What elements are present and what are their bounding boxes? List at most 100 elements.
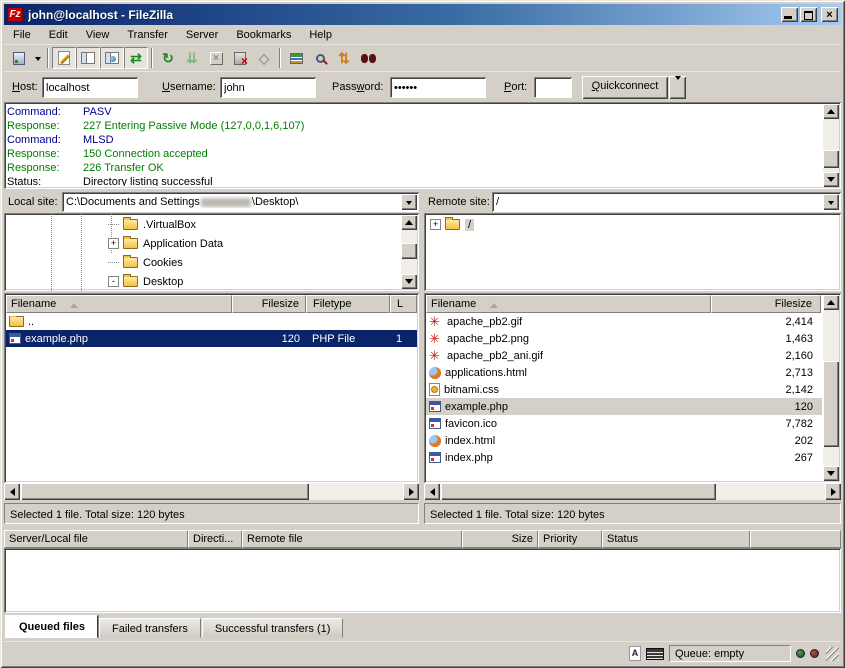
site-manager-dropdown[interactable] [31, 47, 44, 69]
maximize-icon [804, 11, 813, 20]
refresh-button[interactable]: ↻ [156, 47, 180, 69]
tree-item-application-data[interactable]: Application Data [4, 234, 399, 253]
scroll-down-button[interactable] [401, 274, 417, 289]
file-row[interactable]: applications.html2,713 [426, 364, 822, 381]
file-row[interactable]: bitnami.css2,142 [426, 381, 822, 398]
expand-plus-icon[interactable] [430, 219, 441, 230]
scroll-up-button[interactable] [401, 215, 417, 230]
directory-comparison-button[interactable] [308, 47, 332, 69]
column-header-filesize[interactable]: Filesize [232, 295, 306, 313]
quickconnect-button[interactable]: Quickconnect [582, 76, 668, 99]
tree-item-cookies[interactable]: Cookies [4, 253, 399, 272]
remote-path-dropdown[interactable] [823, 194, 839, 210]
menu-file[interactable]: File [4, 27, 40, 43]
arrow-up-icon [827, 105, 835, 114]
queue-column-direction[interactable]: Directi... [188, 530, 242, 548]
filter-icon [290, 53, 303, 64]
toggle-local-tree-button[interactable] [76, 47, 100, 69]
scroll-left-button[interactable] [424, 483, 440, 500]
scroll-right-button[interactable] [825, 483, 841, 500]
local-path-combo[interactable]: C:\Documents and Settings\Desktop\ [62, 192, 419, 212]
scroll-thumb[interactable] [823, 361, 839, 447]
remote-list-scrollbar[interactable] [823, 295, 839, 481]
site-manager-button[interactable] [7, 47, 31, 69]
toggle-queue-button[interactable]: ⇄ [124, 47, 148, 69]
tab-successful-transfers[interactable]: Successful transfers (1) [202, 618, 344, 638]
cancel-operation-button[interactable] [204, 47, 228, 69]
scroll-up-button[interactable] [823, 104, 839, 119]
log-scrollbar[interactable] [823, 104, 839, 187]
toggle-remote-tree-button[interactable] [100, 47, 124, 69]
process-queue-button[interactable]: ⇊ [180, 47, 204, 69]
file-row[interactable]: apache_pb2.png1,463 [426, 330, 822, 347]
speed-limit-icon[interactable] [646, 648, 664, 660]
menu-view[interactable]: View [77, 27, 119, 43]
scroll-thumb[interactable] [401, 243, 417, 259]
collapse-minus-icon[interactable] [108, 276, 119, 287]
resize-grip[interactable] [826, 647, 839, 661]
quickconnect-dropdown[interactable] [669, 76, 686, 99]
tab-queued-files[interactable]: Queued files [6, 615, 98, 638]
tree-item-virtualbox[interactable]: .VirtualBox [4, 215, 399, 234]
scroll-right-button[interactable] [403, 483, 419, 500]
scroll-down-button[interactable] [823, 466, 839, 481]
password-input[interactable] [390, 77, 486, 98]
scroll-up-button[interactable] [823, 295, 839, 310]
file-row[interactable]: apache_pb2.gif2,414 [426, 313, 822, 330]
find-files-button[interactable] [356, 47, 380, 69]
disconnect-button[interactable] [228, 47, 252, 69]
remote-path-combo[interactable]: / [492, 192, 841, 212]
folder-icon [123, 219, 138, 230]
menu-bookmarks[interactable]: Bookmarks [227, 27, 300, 43]
scroll-left-button[interactable] [4, 483, 20, 500]
toggle-log-button[interactable] [52, 47, 76, 69]
file-row-parent-dir[interactable]: .. [6, 313, 417, 330]
menu-edit[interactable]: Edit [40, 27, 77, 43]
close-button[interactable] [821, 7, 838, 22]
scroll-down-button[interactable] [823, 172, 839, 187]
host-input[interactable] [42, 77, 138, 98]
column-header-filetype[interactable]: Filetype [306, 295, 390, 313]
column-header-filename[interactable]: Filename [6, 295, 232, 313]
scroll-thumb[interactable] [21, 483, 309, 500]
log-line: Command:MLSD [7, 133, 821, 147]
column-header-filename[interactable]: Filename [426, 295, 711, 313]
file-row[interactable]: index.php267 [426, 449, 822, 466]
port-input[interactable] [534, 77, 572, 98]
username-input[interactable] [220, 77, 316, 98]
menu-transfer[interactable]: Transfer [118, 27, 177, 43]
synchronized-browsing-button[interactable]: ⇅ [332, 47, 356, 69]
queue-column-status[interactable]: Status [602, 530, 750, 548]
file-row-example-php[interactable]: example.php 120 PHP File 1 [6, 330, 417, 347]
local-path-dropdown[interactable] [401, 194, 417, 210]
username-label: Username: [162, 81, 216, 93]
scroll-thumb[interactable] [823, 150, 839, 168]
reconnect-button[interactable]: ◇ [252, 47, 276, 69]
tree-item-desktop[interactable]: Desktop [4, 272, 399, 291]
queue-column-remote-file[interactable]: Remote file [242, 530, 462, 548]
file-row-example-php[interactable]: example.php120 [426, 398, 822, 415]
log-line: Status:Directory listing successful [7, 175, 821, 186]
local-hscrollbar[interactable] [4, 483, 419, 500]
expand-plus-icon[interactable] [108, 238, 119, 249]
column-header-filesize[interactable]: Filesize [711, 295, 821, 313]
maximize-button[interactable] [800, 7, 817, 22]
filter-button[interactable] [284, 47, 308, 69]
title-bar[interactable]: john@localhost - FileZilla [4, 4, 841, 25]
queue-column-server-local[interactable]: Server/Local file [4, 530, 188, 548]
transfer-type-ascii-icon[interactable] [629, 646, 641, 661]
file-row[interactable]: apache_pb2_ani.gif2,160 [426, 347, 822, 364]
minimize-button[interactable] [781, 7, 798, 22]
tab-failed-transfers[interactable]: Failed transfers [99, 618, 201, 638]
file-row[interactable]: favicon.ico7,782 [426, 415, 822, 432]
menu-help[interactable]: Help [300, 27, 341, 43]
queue-column-priority[interactable]: Priority [538, 530, 602, 548]
local-tree-scrollbar[interactable] [401, 215, 417, 289]
tree-item-root[interactable]: / [424, 215, 837, 234]
remote-hscrollbar[interactable] [424, 483, 841, 500]
queue-column-size[interactable]: Size [462, 530, 538, 548]
column-header-lastmodified[interactable]: L [390, 295, 417, 313]
menu-server[interactable]: Server [177, 27, 227, 43]
scroll-thumb[interactable] [441, 483, 716, 500]
file-row[interactable]: index.html202 [426, 432, 822, 449]
